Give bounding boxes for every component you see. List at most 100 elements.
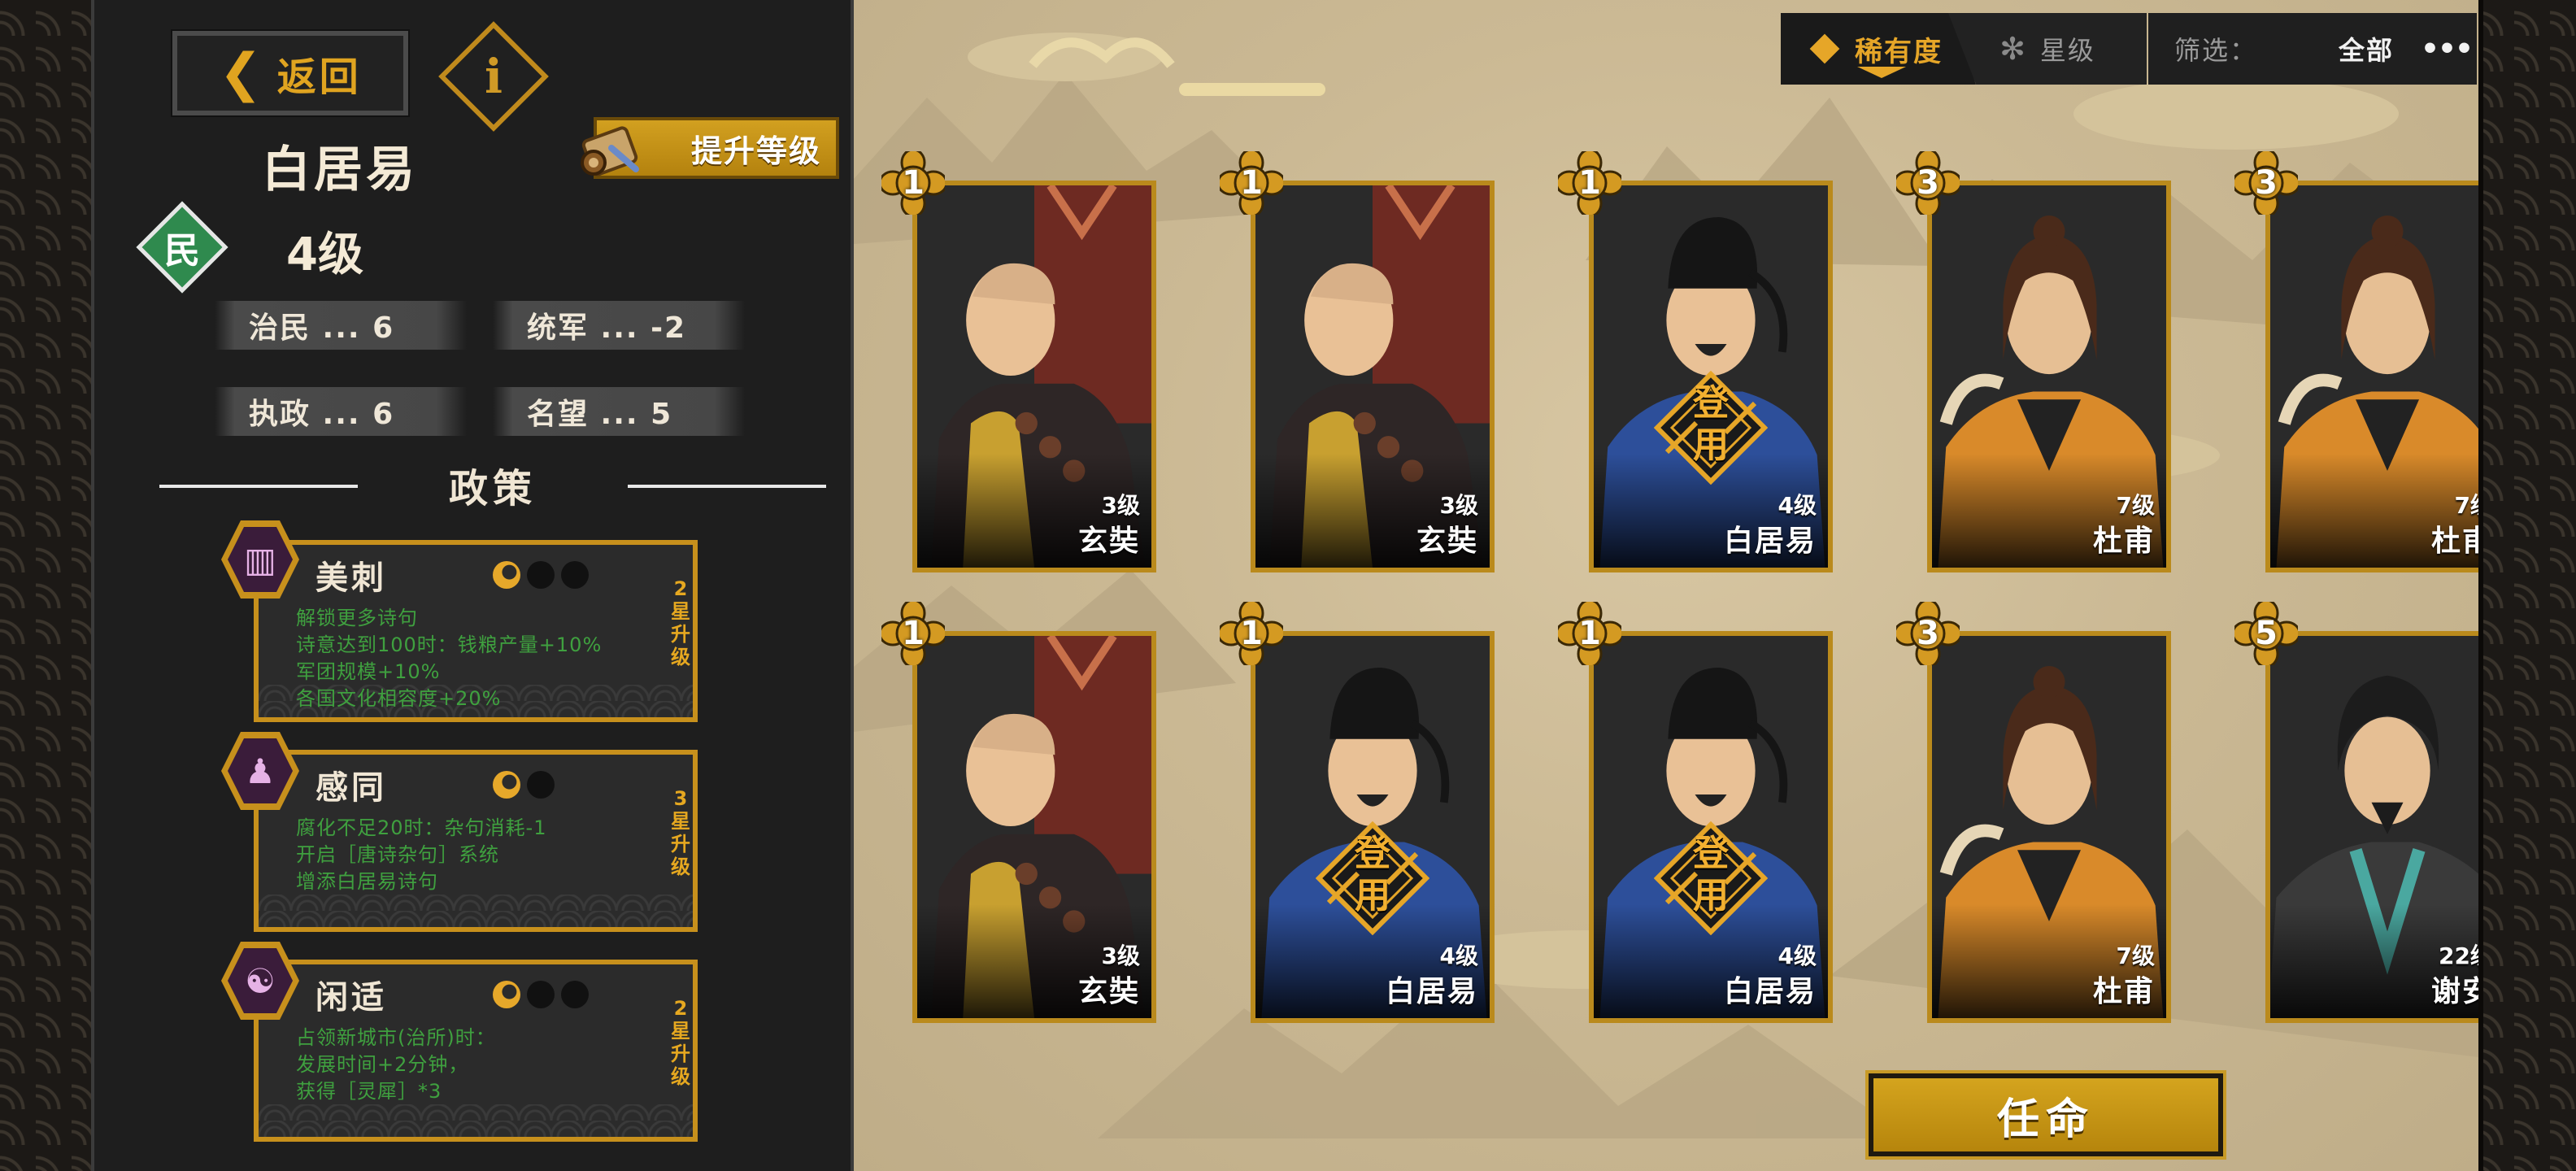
star-count-badge: 1 [1220,151,1283,215]
appointed-stamp-text: 登 用 [1654,382,1768,467]
star-count: 1 [1240,615,1263,652]
hero-card-name: 杜甫 [2092,525,2155,558]
policy-upgrade-hint: 2 星 升 级 [667,577,693,668]
appointed-stamp: 登 用 [1653,370,1769,485]
policy-effect-line: 各国文化相容度+20% [296,687,502,710]
hero-card[interactable]: 3级 玄奘 [912,631,1156,1023]
hero-card-name: 玄奘 [1077,975,1140,1008]
sort-rarity-tab[interactable]: 稀有度 [1781,13,1976,85]
hero-card-level: 4级 [1778,492,1817,519]
policy-star-dots [493,561,589,589]
stamp-char: 登 [1355,833,1390,874]
scroll-icon [581,126,639,176]
sort-star-label: 星级 [2039,35,2095,66]
policy-effects: 占领新城市(治所)时： 发展时间+2分钟， 获得［灵犀］*3 [296,1025,496,1105]
back-button[interactable]: ❮ 返回 [171,29,410,117]
hero-level: 4级 [286,229,363,281]
hero-card-level: 3级 [1101,942,1140,969]
hero-card[interactable]: 3级 玄奘 [912,181,1156,572]
star-count: 3 [2255,164,2278,202]
upgrade-level-label: 提升等级 [690,133,821,169]
policy-name: 闲适 [315,979,387,1016]
policy-star-dots [493,771,555,799]
upgrade-hint-char: 星 [671,600,690,623]
policy-effect-line: 占领新城市(治所)时： [296,1026,496,1049]
star-count: 1 [1578,615,1601,652]
policy-effect-line: 发展时间+2分钟， [296,1053,469,1076]
back-button-label: 返回 [276,54,362,100]
star-count: 1 [902,164,925,202]
left-border-pattern [0,0,91,1171]
hero-card[interactable]: 7级 杜甫 [1927,181,2171,572]
policy-card-xianshi[interactable]: 闲适 占领新城市(治所)时： 发展时间+2分钟， 获得［灵犀］*3 2 星 升 … [254,960,698,1142]
hero-card-name: 玄奘 [1416,525,1478,558]
class-badge: 民 [136,201,228,294]
upgrade-hint-char: 升 [671,623,690,646]
stat-governance: 治民 ... 6 [215,301,467,350]
info-button[interactable]: i [438,21,549,132]
hero-card[interactable]: 登 用 4级 白居易 [1251,631,1495,1023]
appointed-stamp: 登 用 [1315,821,1430,936]
appointed-stamp-text: 登 用 [1316,833,1429,917]
star-dot-empty [527,561,555,589]
hero-card-name: 谢安 [2430,975,2478,1008]
star-count-badge: 1 [1558,151,1621,215]
policy-card-gantong[interactable]: 感同 腐化不足20时：杂句消耗-1 开启［唐诗杂句］系统 增添白居易诗句 3 星… [254,750,698,932]
stamp-char: 用 [1355,875,1390,916]
upgrade-hint-char: 星 [671,1020,690,1043]
hero-card[interactable]: 登 用 4级 白居易 [1589,631,1833,1023]
hero-card[interactable]: 7级 杜甫 [2265,181,2478,572]
stat-administration: 执政 ... 6 [215,387,467,436]
upgrade-level-button[interactable]: 提升等级 [581,117,839,179]
filter-value: 全部 [2339,35,2395,66]
hero-card[interactable]: 登 用 4级 白居易 [1589,181,1833,572]
upgrade-hint-char: 升 [671,833,690,855]
star-count: 3 [1917,164,1939,202]
hero-card-level: 4级 [1778,942,1817,969]
hero-card-name: 白居易 [1723,525,1817,558]
more-options-icon[interactable]: ••• [2421,33,2474,66]
hero-card-level: 7级 [2116,942,2155,969]
filter-dropdown[interactable]: 筛选： 全部 ••• [2148,13,2477,85]
hero-detail-panel: ❮ 返回 i 提升等级 白居易 民 4级 治民 ... 6 统军 ... -2 … [91,0,854,1171]
star-count-badge: 3 [2234,151,2298,215]
star-count: 3 [1917,615,1939,652]
appoint-button-label: 任命 [1996,1095,2095,1144]
star-dot-empty [527,771,555,799]
hero-card[interactable]: 7级 杜甫 [1927,631,2171,1023]
right-border-pattern [2478,0,2576,1171]
hero-card[interactable]: 22级 谢安 [2265,631,2478,1023]
wave-pattern [259,895,693,927]
appoint-button[interactable]: 任命 [1865,1070,2226,1160]
hero-card-name: 杜甫 [2092,975,2155,1008]
hero-card-name: 杜甫 [2430,525,2478,558]
hero-card-level: 7级 [2116,492,2155,519]
star-flower-icon: ✻ [1999,31,2026,67]
sort-star-tab[interactable]: ✻ 星级 [1948,13,2147,85]
star-count: 1 [1240,164,1263,202]
policy-section-title-text: 政策 [448,466,537,511]
hero-card-level: 22级 [2439,942,2478,969]
policy-effect-line: 腐化不足20时：杂句消耗-1 [296,816,547,839]
star-count-badge: 3 [1896,602,1960,665]
stamp-char: 用 [1693,424,1729,466]
star-dot-empty [527,981,555,1008]
upgrade-hint-char: 级 [671,855,690,878]
star-dot-filled [493,981,520,1008]
back-arrow-icon: ❮ [219,43,263,103]
policy-card-meici[interactable]: 美刺 解锁更多诗句 诗意达到100时：钱粮产量+10% 军团规模+10% 各国文… [254,540,698,722]
policy-section-title: 政策 [159,455,826,514]
stamp-char: 登 [1693,382,1729,424]
star-count: 5 [2255,615,2278,652]
hero-card-name: 白居易 [1385,975,1478,1008]
policy-upgrade-hint: 2 星 升 级 [667,997,693,1088]
policy-star-dots [493,981,589,1008]
appointed-stamp: 登 用 [1653,821,1769,936]
hero-card[interactable]: 3级 玄奘 [1251,181,1495,572]
stamp-char: 登 [1693,833,1729,874]
policy-effect-line: 解锁更多诗句 [296,607,418,629]
policy-upgrade-hint: 3 星 升 级 [667,787,693,878]
policy-effect-line: 获得［灵犀］*3 [296,1080,442,1103]
policy-name: 美刺 [315,559,387,597]
star-count: 1 [1578,164,1601,202]
